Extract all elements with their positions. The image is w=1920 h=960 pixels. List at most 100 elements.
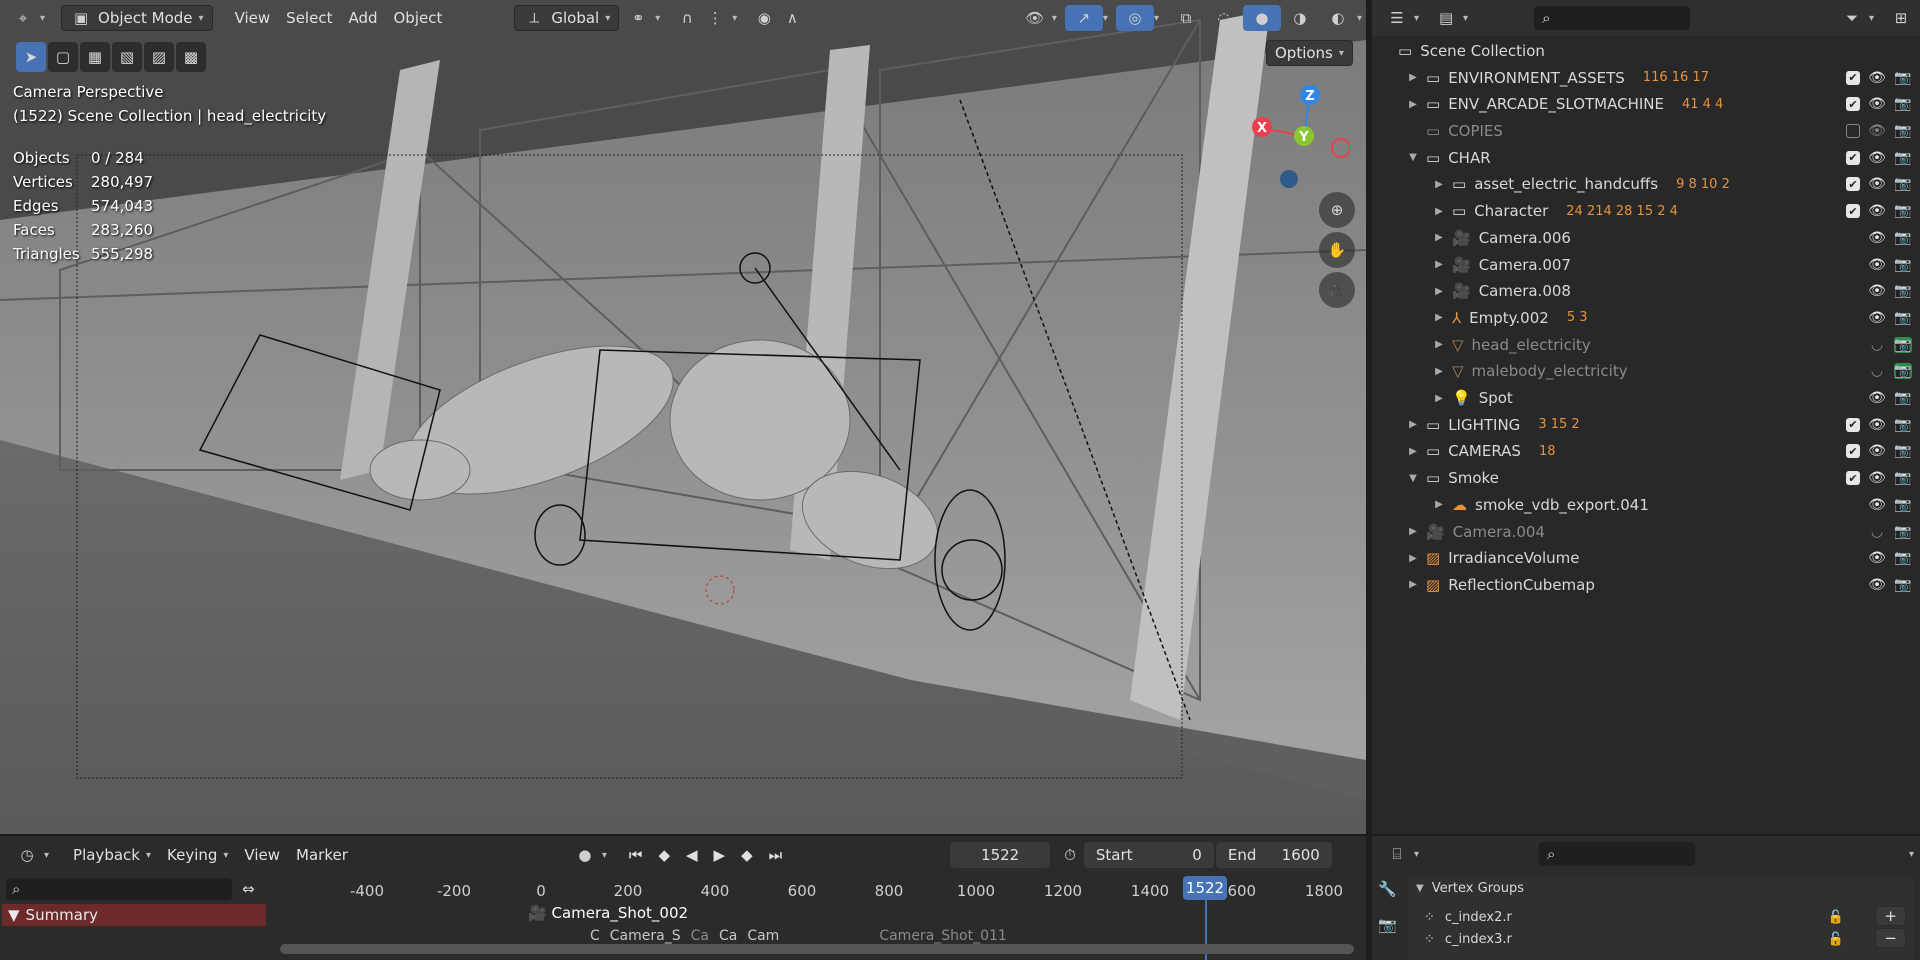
next-keyframe-button[interactable]: ◆ <box>733 842 761 868</box>
outliner-row[interactable]: ▶ ▽ head_electricity ◡ 📷 <box>1372 331 1920 358</box>
select-intersect-button[interactable]: ▩ <box>176 42 206 72</box>
camera-render-icon[interactable]: 📷 <box>1894 123 1912 139</box>
select-subtract-button[interactable]: ▧ <box>112 42 142 72</box>
gizmo-neg-x[interactable] <box>1331 138 1350 158</box>
expand-arrow-icon[interactable]: ▶ <box>1432 499 1446 510</box>
eye-icon[interactable]: 👁 <box>1868 176 1886 192</box>
camera-render-icon[interactable]: 📷 <box>1894 443 1912 459</box>
marker-text[interactable]: Camera_S <box>610 928 681 944</box>
camera-render-icon[interactable]: 📷 <box>1894 336 1912 353</box>
eye-icon[interactable]: 👁 <box>1868 417 1886 433</box>
collapse-arrow-icon[interactable]: ▼ <box>8 906 20 924</box>
lock-icon[interactable]: 🔓 <box>1828 910 1844 925</box>
eye-icon[interactable]: 👁 <box>1868 497 1886 513</box>
snap-button[interactable]: ∩ ⋮ ▾ <box>668 5 745 31</box>
outliner-editor-type[interactable]: ☰ ▾ <box>1378 5 1427 31</box>
include-checkbox[interactable]: ✔ <box>1846 97 1860 112</box>
include-checkbox[interactable]: ✔ <box>1846 177 1860 192</box>
select-tool-button[interactable]: ➤ <box>16 42 46 72</box>
shading-material[interactable]: ◑ <box>1281 5 1319 31</box>
menu-object[interactable]: Object <box>386 5 451 31</box>
eye-icon[interactable]: 👁 <box>1868 203 1886 219</box>
playhead-frame[interactable]: 1522 <box>1183 876 1227 900</box>
new-collection-button[interactable]: ⊞ <box>1882 5 1920 31</box>
mode-selector[interactable]: ▣ Object Mode ▾ <box>61 5 213 31</box>
outliner-row[interactable]: ▶ ⅄ Empty.002 5 3 👁 📷 <box>1372 305 1920 332</box>
expand-arrow-icon[interactable]: ▶ <box>1406 553 1420 564</box>
menu-view[interactable]: View <box>227 5 279 31</box>
camera-view-button[interactable]: 🎥 <box>1319 272 1355 308</box>
expand-arrow-icon[interactable]: ▶ <box>1432 393 1446 404</box>
include-checkbox[interactable]: ✔ <box>1846 444 1860 459</box>
include-checkbox[interactable]: ✔ <box>1846 150 1860 165</box>
expand-arrow-icon[interactable]: ▶ <box>1432 312 1446 323</box>
select-new-button[interactable]: ▢ <box>48 42 78 72</box>
jump-start-button[interactable]: ⏮ <box>621 842 651 868</box>
zoom-button[interactable]: ⊕ <box>1319 192 1355 228</box>
horizontal-scrollbar[interactable] <box>280 944 1354 954</box>
chevron-down-icon[interactable]: ▾ <box>1357 13 1362 24</box>
eye-closed-icon[interactable]: ◡ <box>1868 363 1886 379</box>
outliner-row[interactable]: ▶ ▭ CAMERAS 18 ✔ 👁 📷 <box>1372 438 1920 465</box>
lock-icon[interactable]: 🔓 <box>1828 932 1844 947</box>
camera-render-icon[interactable]: 📷 <box>1894 70 1912 86</box>
eye-icon[interactable]: 👁 <box>1868 96 1886 112</box>
outliner-row[interactable]: ▶ ▭ asset_electric_handcuffs 9 8 10 2 ✔ 👁 📷 <box>1372 171 1920 198</box>
expand-arrow-icon[interactable]: ▶ <box>1432 366 1446 377</box>
outliner-row[interactable]: ▶ 🎥 Camera.004 ◡ 📷 <box>1372 518 1920 545</box>
marker-text[interactable]: Camera_Shot_011 <box>879 928 1006 944</box>
camera-render-icon[interactable]: 📷 <box>1894 577 1912 593</box>
prev-keyframe-button[interactable]: ◆ <box>650 842 678 868</box>
outliner-row[interactable]: ▶ ☁ smoke_vdb_export.041 👁 📷 <box>1372 492 1920 519</box>
eye-icon[interactable]: 👁 <box>1868 550 1886 566</box>
eye-icon[interactable]: 👁 <box>1868 443 1886 459</box>
include-checkbox[interactable]: ✔ <box>1846 204 1860 219</box>
camera-render-icon[interactable]: 📷 <box>1894 150 1912 166</box>
pan-button[interactable]: ✋ <box>1319 232 1355 268</box>
chevron-down-icon[interactable]: ▾ <box>1154 13 1159 24</box>
camera-render-icon[interactable]: 📷 <box>1894 96 1912 112</box>
select-extend-button[interactable]: ▦ <box>80 42 110 72</box>
outliner-row[interactable]: ▶ ▭ Character 24 214 28 15 2 4 ✔ 👁 📷 <box>1372 198 1920 225</box>
eye-icon[interactable]: 👁 <box>1868 470 1886 486</box>
marker-text[interactable]: Cam <box>747 928 779 944</box>
outliner-row[interactable]: ▭ COPIES 👁 📷 <box>1372 118 1920 145</box>
swap-button[interactable]: ⇔ <box>234 876 263 902</box>
outliner-row[interactable]: ▶ 🎥 Camera.008 👁 📷 <box>1372 278 1920 305</box>
outliner-row[interactable]: ▶ 💡 Spot 👁 📷 <box>1372 385 1920 412</box>
vertex-group-item[interactable]: ⁘ c_index3.r 🔓 <box>1424 928 1844 950</box>
expand-arrow-icon[interactable]: ▶ <box>1406 99 1420 110</box>
options-button[interactable]: Options ▾ <box>1266 40 1353 66</box>
expand-arrow-icon[interactable]: ▶ <box>1432 232 1446 243</box>
properties-editor-type[interactable]: ⌸ ▾ <box>1378 841 1427 867</box>
play-button[interactable]: ▶ <box>706 842 734 868</box>
render-tab-icon[interactable]: 📷 <box>1378 916 1397 934</box>
3d-viewport[interactable]: ⌖ ▾ ▣ Object Mode ▾ View Select Add Objec… <box>0 0 1366 834</box>
shading-wire[interactable]: ◌ <box>1205 5 1243 31</box>
eye-icon[interactable]: 👁 <box>1868 577 1886 593</box>
camera-render-icon[interactable]: 📷 <box>1894 417 1912 433</box>
shading-rendered[interactable]: ◐ <box>1319 5 1357 31</box>
menu-view[interactable]: View <box>236 842 288 868</box>
tool-tab-icon[interactable]: 🔧 <box>1378 880 1397 898</box>
eye-icon[interactable]: 👁 <box>1868 283 1886 299</box>
stopwatch-button[interactable]: ⏱ <box>1056 842 1084 868</box>
outliner-row[interactable]: ▼ ▭ Smoke ✔ 👁 📷 <box>1372 465 1920 492</box>
transform-orientation[interactable]: ⟂ Global ▾ <box>514 5 620 31</box>
select-invert-button[interactable]: ▨ <box>144 42 174 72</box>
menu-keying[interactable]: Keying ▾ <box>159 842 236 868</box>
marker-text[interactable]: C <box>590 928 600 944</box>
expand-arrow-icon[interactable]: ▶ <box>1406 579 1420 590</box>
marker-text[interactable]: Ca <box>719 928 737 944</box>
timeline-editor-type[interactable]: ◷ ▾ <box>8 842 57 868</box>
outliner-row[interactable]: ▶ 🎥 Camera.007 👁 📷 <box>1372 251 1920 278</box>
gizmo-neg-z[interactable] <box>1280 170 1298 188</box>
eye-icon[interactable]: 👁 <box>1868 123 1886 139</box>
outliner-search-input[interactable]: ⌕ <box>1534 6 1691 30</box>
channel-search-input[interactable]: ⌕ <box>6 878 232 900</box>
shading-solid[interactable]: ● <box>1242 5 1281 31</box>
expand-arrow-icon[interactable]: ▶ <box>1406 446 1420 457</box>
pivot-button[interactable]: ⚭ ▾ <box>619 5 668 31</box>
camera-render-icon[interactable]: 📷 <box>1894 524 1912 540</box>
menu-marker[interactable]: Marker <box>288 842 356 868</box>
